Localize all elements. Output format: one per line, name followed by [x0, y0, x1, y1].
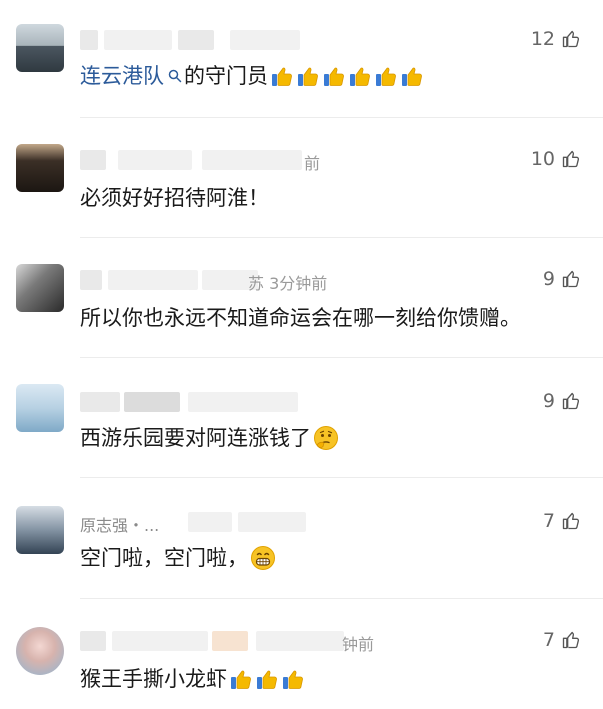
thumbs-up-emoji — [400, 64, 424, 88]
username[interactable]: 原志强・... — [80, 512, 159, 536]
avatar[interactable] — [16, 627, 64, 675]
like-count: 7 — [542, 510, 555, 532]
time-text: 钟前 — [342, 635, 375, 654]
comment-text: 猴王手撕小龙虾 — [80, 665, 305, 693]
comment-item: 原志强・... 7 空门啦，空门啦， — [0, 478, 603, 599]
thumbs-up-emoji — [229, 667, 253, 691]
grinning-face-emoji — [250, 545, 276, 571]
thumb-up-outline-icon[interactable] — [561, 511, 581, 531]
comment-item: 前 10 必须好好招待阿淮！ — [0, 118, 603, 238]
thumbs-up-emoji — [348, 64, 372, 88]
like-count: 10 — [530, 148, 555, 170]
like-control[interactable]: 9 — [543, 390, 581, 412]
like-control[interactable]: 10 — [531, 148, 581, 170]
comment-body: 的守门员 — [184, 64, 268, 88]
search-icon[interactable] — [168, 69, 182, 83]
comment-item: 12 连云港队 的守门员 — [0, 0, 603, 118]
like-control[interactable]: 9 — [543, 268, 581, 290]
thumbs-up-emoji — [374, 64, 398, 88]
comment-text: 必须好好招待阿淮！ — [80, 184, 269, 212]
like-count: 9 — [542, 268, 555, 290]
thumb-up-outline-icon[interactable] — [561, 149, 581, 169]
comment-text: 连云港队 的守门员 — [80, 62, 424, 90]
time-text: 前 — [304, 154, 321, 173]
thinking-face-emoji — [313, 425, 339, 451]
comment-item: 9 西游乐园要对阿连涨钱了 — [0, 358, 603, 478]
topic-link[interactable]: 连云港队 — [80, 62, 164, 90]
thumb-up-outline-icon[interactable] — [561, 269, 581, 289]
comment-body: 空门啦，空门啦， — [80, 546, 248, 570]
avatar[interactable] — [16, 506, 64, 554]
thumbs-up-emoji — [255, 667, 279, 691]
comment-item: 苏 3分钟前 9 所以你也永远不知道命运会在哪一刻给你馈赠。 — [0, 238, 603, 358]
comment-body: 所以你也永远不知道命运会在哪一刻给你馈赠。 — [80, 306, 521, 330]
like-control[interactable]: 7 — [543, 629, 581, 651]
comment-body: 必须好好招待阿淮！ — [80, 186, 269, 210]
thumbs-up-emoji — [281, 667, 305, 691]
like-control[interactable]: 12 — [531, 28, 581, 50]
thumbs-up-emoji — [296, 64, 320, 88]
like-count: 9 — [542, 390, 555, 412]
comment-text: 西游乐园要对阿连涨钱了 — [80, 424, 339, 452]
thumb-up-outline-icon[interactable] — [561, 630, 581, 650]
thumb-up-outline-icon[interactable] — [561, 29, 581, 49]
thumbs-up-emoji — [270, 64, 294, 88]
comment-list: 12 连云港队 的守门员 前 10 必须好好招待阿淮！ 苏 3分钟前 9 所以你… — [0, 0, 603, 709]
comment-body: 猴王手撕小龙虾 — [80, 667, 227, 691]
thumbs-up-emoji — [322, 64, 346, 88]
like-control[interactable]: 7 — [543, 510, 581, 532]
comment-text: 所以你也永远不知道命运会在哪一刻给你馈赠。 — [80, 304, 521, 332]
thumb-up-outline-icon[interactable] — [561, 391, 581, 411]
comment-item: 钟前 7 猴王手撕小龙虾 — [0, 599, 603, 709]
time-text: 苏 3分钟前 — [248, 274, 328, 293]
like-count: 7 — [542, 629, 555, 651]
avatar[interactable] — [16, 264, 64, 312]
avatar[interactable] — [16, 384, 64, 432]
avatar[interactable] — [16, 144, 64, 192]
avatar[interactable] — [16, 24, 64, 72]
comment-text: 空门啦，空门啦， — [80, 544, 276, 572]
comment-body: 西游乐园要对阿连涨钱了 — [80, 426, 311, 450]
like-count: 12 — [530, 28, 555, 50]
